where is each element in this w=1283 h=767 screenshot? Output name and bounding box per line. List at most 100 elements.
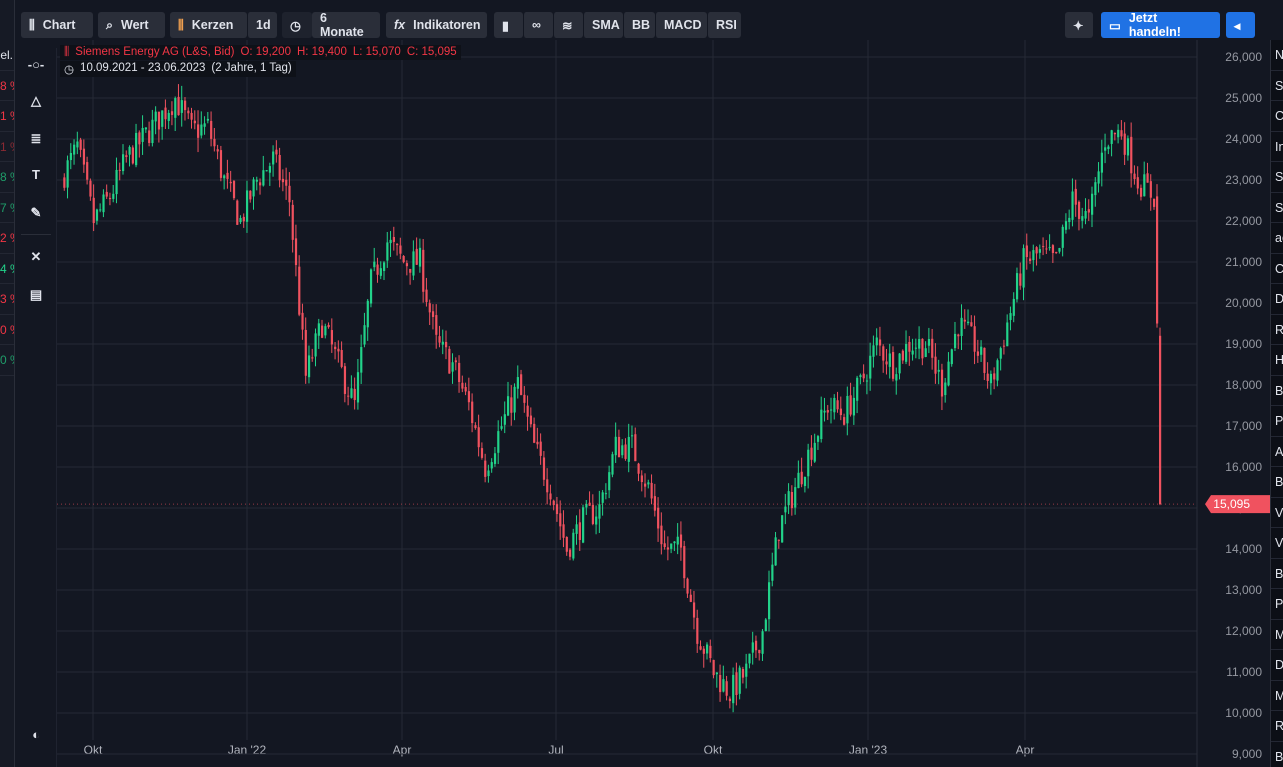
theme-toggle-icon[interactable]: ◐ xyxy=(27,726,45,744)
watchlist-name[interactable]: P xyxy=(1271,406,1283,437)
chart-type-button[interactable]: ⫼ Chart xyxy=(21,12,93,38)
candle-style-button[interactable]: ⫼ Kerzen xyxy=(170,12,247,38)
candle-body xyxy=(774,537,777,566)
watchlist-name[interactable]: C xyxy=(1271,254,1283,284)
candle-body xyxy=(568,549,572,557)
candle-body xyxy=(412,251,415,276)
watchlist-name[interactable]: M xyxy=(1271,681,1283,711)
date-range-legend: ◷ 10.09.2021 - 23.06.2023 (2 Jahre, 1 Ta… xyxy=(60,61,296,77)
candle-body xyxy=(236,200,239,225)
watchlist-name[interactable]: V xyxy=(1271,498,1283,528)
fib-tool-icon[interactable]: ≣ xyxy=(27,130,45,148)
watchlist-name[interactable]: R xyxy=(1271,315,1283,345)
watchlist-name[interactable]: B xyxy=(1271,559,1283,589)
triangle-tool-icon[interactable]: △ xyxy=(27,92,45,110)
tools-icon[interactable]: ✕ xyxy=(27,248,45,266)
watchlist-name[interactable]: ac xyxy=(1271,223,1283,254)
watchlist-name[interactable]: D xyxy=(1271,284,1283,315)
candle-body xyxy=(125,155,128,158)
trade-now-button[interactable]: ▭ Jetzt handeln! xyxy=(1101,11,1220,39)
watchlist-name[interactable]: S xyxy=(1271,193,1283,223)
watchlist-change[interactable]: 7 % xyxy=(0,193,14,223)
candle-body xyxy=(461,382,464,389)
clock-icon[interactable]: ◷ xyxy=(282,12,312,38)
line-tool-icon[interactable]: -○- xyxy=(27,56,45,74)
indikatoren-label: Indikatoren xyxy=(413,18,481,32)
candle-body xyxy=(722,679,725,692)
watchlist-name[interactable]: D xyxy=(1271,650,1283,681)
candle-body xyxy=(820,409,823,440)
watchlist-change[interactable]: 2 % xyxy=(0,223,14,254)
sma-button[interactable]: SMA xyxy=(583,12,623,38)
candle-body xyxy=(428,303,431,313)
candle-body xyxy=(676,536,679,545)
y-tick-label: 21,000 xyxy=(1225,255,1262,269)
watchlist-change[interactable]: 3 % xyxy=(0,284,14,315)
rsi-button[interactable]: RSI xyxy=(707,12,741,38)
watchlist-name[interactable]: N xyxy=(1271,40,1283,71)
watchlist-name[interactable]: S xyxy=(1271,162,1283,193)
candle-body xyxy=(148,130,151,143)
candle-body xyxy=(836,400,839,410)
last-price-label: 15,095 xyxy=(1213,497,1250,511)
candle-body xyxy=(389,239,392,244)
candle-body xyxy=(480,448,484,458)
watchlist-name[interactable]: B xyxy=(1271,467,1283,498)
candle-body xyxy=(497,431,500,453)
watchlist-name[interactable]: H xyxy=(1271,345,1283,376)
watchlist-name[interactable]: P xyxy=(1271,589,1283,620)
candle-body xyxy=(931,338,934,358)
edit-tool-icon[interactable]: ✎ xyxy=(27,204,45,222)
watchlist-name[interactable]: M xyxy=(1271,620,1283,650)
candle-body xyxy=(493,453,497,464)
indicators-button[interactable]: fx Indikatoren xyxy=(386,12,487,38)
watchlist-name[interactable]: S xyxy=(1271,71,1283,101)
watchlist-name[interactable]: V xyxy=(1271,528,1283,559)
candle-body xyxy=(340,350,343,367)
candle-body xyxy=(745,663,748,677)
watchlist-change[interactable]: 0 % xyxy=(0,345,14,376)
range-button[interactable]: 6 Monate xyxy=(312,11,380,39)
bb-button[interactable]: BB xyxy=(623,12,655,38)
sparkle-icon[interactable]: ✦ xyxy=(1065,12,1093,38)
watchlist-change[interactable]: 1 % xyxy=(0,101,14,132)
watchlist-name[interactable]: R xyxy=(1271,711,1283,742)
interval-button[interactable]: 1d xyxy=(247,12,277,38)
symbol-search-button[interactable]: ⌕ Wert xyxy=(98,12,165,38)
text-tool-icon[interactable]: T xyxy=(27,166,45,184)
candle-body xyxy=(131,147,134,164)
collapse-arrow-icon[interactable]: ◂ xyxy=(1226,12,1255,38)
watchlist-change[interactable]: 4 % xyxy=(0,254,14,284)
compare-icon[interactable]: ≋ xyxy=(553,12,583,38)
watchlist-change[interactable]: 8 % xyxy=(0,71,14,101)
candle-body xyxy=(947,361,950,386)
candle-body xyxy=(151,119,154,144)
candle-body xyxy=(128,146,131,155)
candle-body xyxy=(1009,313,1012,320)
candle-body xyxy=(1091,193,1094,215)
watchlist-name[interactable]: A xyxy=(1271,437,1283,467)
candle-body xyxy=(317,323,320,336)
watchlist-change[interactable]: 1 % xyxy=(0,132,14,162)
y-tick-label: 12,000 xyxy=(1225,624,1262,638)
candle-body xyxy=(135,132,138,166)
watchlist-change[interactable]: el. xyxy=(0,40,14,71)
bookmark-icon[interactable]: ▮ xyxy=(494,12,523,38)
watchlist-name[interactable]: In xyxy=(1271,132,1283,162)
watchlist-change[interactable]: 0 % xyxy=(0,315,14,345)
candle-body xyxy=(533,423,536,443)
watchlist-name[interactable]: B xyxy=(1271,742,1283,767)
candle-body xyxy=(859,375,862,378)
watchlist-change[interactable]: 8 % xyxy=(0,162,14,193)
candle-body xyxy=(265,170,268,172)
candle-body xyxy=(118,169,121,171)
drawing-icon[interactable]: ∞ xyxy=(523,12,553,38)
candle-body xyxy=(444,341,448,348)
candle-body xyxy=(369,269,373,304)
macd-button[interactable]: MACD xyxy=(655,12,707,38)
price-chart[interactable]: Okt Jan '22 Apr Jul Okt Jan '23 Apr 26,000 25,00… xyxy=(57,40,1270,767)
template-icon[interactable]: ▤ xyxy=(27,286,45,304)
watchlist-name[interactable]: C xyxy=(1271,101,1283,132)
watchlist-name[interactable]: B xyxy=(1271,376,1283,406)
y-tick-label: 10,000 xyxy=(1225,706,1262,720)
